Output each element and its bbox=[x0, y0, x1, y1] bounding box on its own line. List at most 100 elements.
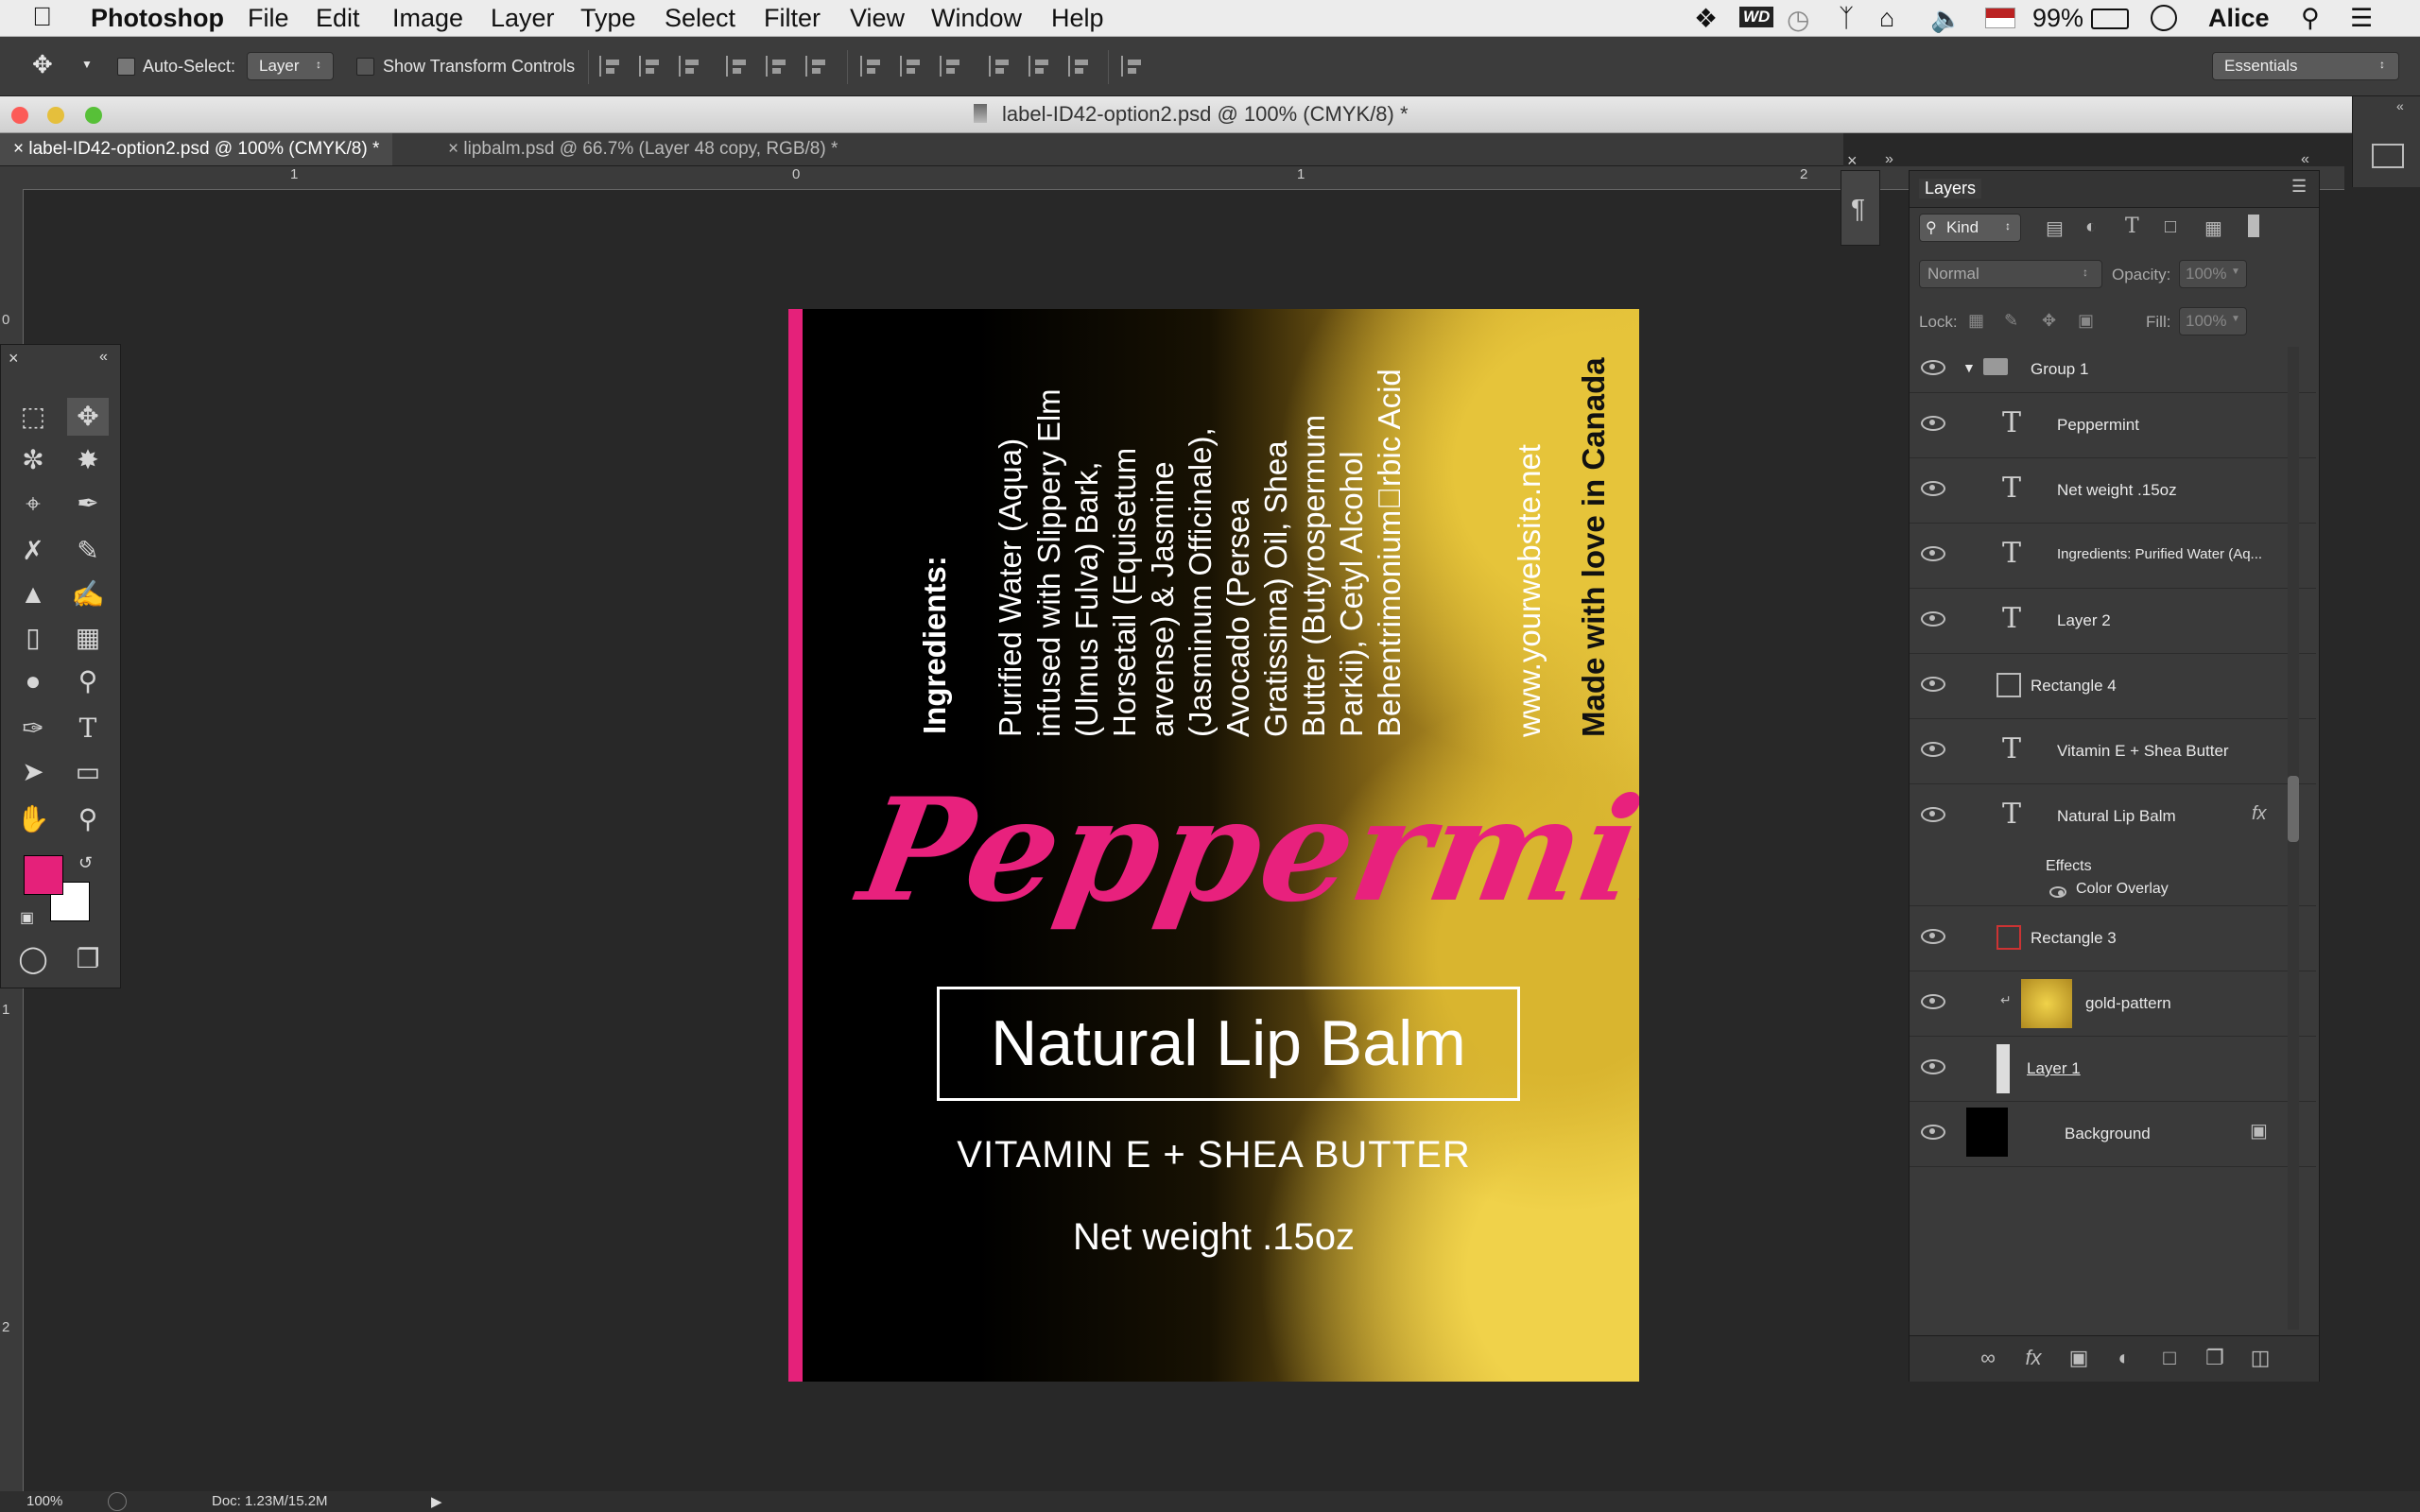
visibility-eye-icon[interactable] bbox=[1921, 677, 1945, 692]
workspace-dropdown[interactable]: Essentials ↕ bbox=[2212, 52, 2399, 80]
zoom-level[interactable]: 100% bbox=[26, 1493, 62, 1509]
magic-wand-icon[interactable]: ✸ bbox=[67, 441, 109, 479]
dodge-tool-icon[interactable]: ⚲ bbox=[67, 662, 109, 700]
layer-row-natural-lip-balm[interactable]: T Natural Lip Balm fx Effects Color Over… bbox=[1910, 784, 2316, 906]
eyedropper-icon[interactable]: ✒ bbox=[67, 485, 109, 523]
fx-icon[interactable]: fx bbox=[2252, 803, 2267, 825]
filter-adjustment-icon[interactable]: ◐ bbox=[2085, 216, 2097, 238]
visibility-eye-icon[interactable] bbox=[1921, 994, 1945, 1009]
blur-tool-icon[interactable]: ● bbox=[12, 662, 54, 700]
wd-icon[interactable]: WD bbox=[1739, 7, 1774, 27]
flag-icon[interactable] bbox=[1985, 8, 2015, 28]
align-right-icon[interactable] bbox=[805, 56, 832, 77]
quick-mask-icon[interactable]: ◯ bbox=[12, 940, 54, 978]
visibility-eye-icon[interactable] bbox=[1921, 416, 1945, 431]
auto-select-checkbox[interactable] bbox=[117, 58, 135, 76]
menu-file[interactable]: File bbox=[248, 4, 289, 33]
move-tool-icon[interactable]: ✥ bbox=[67, 398, 109, 436]
clone-stamp-icon[interactable]: ▲ bbox=[12, 576, 54, 613]
visibility-eye-icon[interactable] bbox=[1921, 1059, 1945, 1074]
status-menu-arrow-icon[interactable]: ▶ bbox=[431, 1493, 442, 1510]
distribute-vcenter-icon[interactable] bbox=[900, 56, 926, 77]
close-tab-icon[interactable]: × bbox=[448, 139, 458, 159]
minimize-window-button[interactable] bbox=[47, 107, 64, 124]
filter-shape-icon[interactable]: □ bbox=[2165, 216, 2176, 238]
layer-row-rectangle-3[interactable]: Rectangle 3 bbox=[1910, 906, 2316, 971]
path-selection-icon[interactable]: ➤ bbox=[12, 753, 54, 791]
visibility-eye-icon[interactable] bbox=[1921, 546, 1945, 561]
menu-filter[interactable]: Filter bbox=[764, 4, 821, 33]
type-tool-icon[interactable]: T bbox=[67, 710, 109, 747]
align-bottom-icon[interactable] bbox=[679, 56, 705, 77]
blend-mode-dropdown[interactable]: Normal ↕ bbox=[1919, 260, 2102, 288]
visibility-eye-icon[interactable] bbox=[1921, 1125, 1945, 1140]
layer-row-ingredients[interactable]: T Ingredients: Purified Water (Aq... bbox=[1910, 524, 2316, 589]
pen-tool-icon[interactable]: ✑ bbox=[12, 710, 54, 747]
hand-tool-icon[interactable]: ✋ bbox=[12, 800, 54, 838]
scrollbar-thumb[interactable] bbox=[2288, 776, 2299, 842]
lock-position-icon[interactable]: ✥ bbox=[2042, 311, 2056, 331]
battery-icon[interactable] bbox=[2091, 9, 2129, 29]
share-icon[interactable] bbox=[108, 1492, 127, 1511]
chevron-down-icon[interactable]: ▼ bbox=[81, 58, 93, 71]
menu-help[interactable]: Help bbox=[1051, 4, 1104, 33]
filter-kind-dropdown[interactable]: ⚲ Kind ↕ bbox=[1919, 214, 2021, 242]
move-tool-preset-icon[interactable]: ✥ bbox=[32, 50, 53, 79]
eraser-icon[interactable]: ▯ bbox=[12, 619, 54, 657]
layer-row-net-weight[interactable]: T Net weight .15oz bbox=[1910, 458, 2316, 524]
show-transform-checkbox[interactable] bbox=[356, 58, 374, 76]
tab-label-id42[interactable]: × label-ID42-option2.psd @ 100% (CMYK/8)… bbox=[0, 133, 393, 165]
paragraph-panel-collapsed[interactable]: ¶ bbox=[1841, 170, 1880, 246]
menu-select[interactable]: Select bbox=[665, 4, 735, 33]
menu-edit[interactable]: Edit bbox=[316, 4, 360, 33]
user-name[interactable]: Alice bbox=[2208, 4, 2270, 33]
lock-transparent-icon[interactable]: ▦ bbox=[1968, 311, 1984, 331]
layer-row-vitamin-e[interactable]: T Vitamin E + Shea Butter bbox=[1910, 719, 2316, 784]
foreground-color-swatch[interactable] bbox=[24, 855, 63, 895]
time-machine-icon[interactable]: ◷ bbox=[1787, 4, 1809, 35]
layer-row-gold-pattern[interactable]: ↵ gold-pattern bbox=[1910, 971, 2316, 1037]
filter-toggle-icon[interactable] bbox=[2248, 215, 2259, 237]
paragraph-icon[interactable]: ¶ bbox=[1851, 194, 1865, 224]
new-layer-icon[interactable]: ❐ bbox=[2204, 1348, 2225, 1368]
menu-layer[interactable]: Layer bbox=[491, 4, 555, 33]
lock-all-icon[interactable]: ▣ bbox=[2078, 311, 2094, 331]
collapse-icon[interactable]: « bbox=[99, 349, 108, 366]
gradient-tool-icon[interactable]: ▦ bbox=[67, 619, 109, 657]
collapse-dock-icon[interactable]: « bbox=[2396, 98, 2404, 113]
layer-row-background[interactable]: Background ▣ bbox=[1910, 1102, 2316, 1167]
rectangle-tool-icon[interactable]: ▭ bbox=[67, 753, 109, 791]
close-panel-icon[interactable]: × bbox=[1847, 151, 1858, 171]
visibility-eye-icon[interactable] bbox=[1921, 611, 1945, 627]
menu-image[interactable]: Image bbox=[392, 4, 463, 33]
default-colors-icon[interactable]: ▣ bbox=[20, 908, 34, 927]
notification-center-icon[interactable]: ☰ bbox=[2350, 4, 2373, 33]
visibility-eye-icon[interactable] bbox=[1921, 929, 1945, 944]
tab-lipbalm[interactable]: × lipbalm.psd @ 66.7% (Layer 48 copy, RG… bbox=[435, 133, 851, 165]
distribute-top-icon[interactable] bbox=[860, 56, 887, 77]
brush-tool-icon[interactable]: ✎ bbox=[67, 532, 109, 570]
layers-tab[interactable]: Layers bbox=[1919, 179, 1982, 198]
marquee-tool-icon[interactable]: ⬚ bbox=[12, 398, 54, 436]
lock-image-icon[interactable]: ✎ bbox=[2004, 311, 2018, 331]
align-top-icon[interactable] bbox=[599, 56, 626, 77]
layer-row-rectangle-4[interactable]: Rectangle 4 bbox=[1910, 654, 2316, 719]
effect-color-overlay[interactable]: Color Overlay bbox=[2076, 881, 2169, 898]
menu-view[interactable]: View bbox=[850, 4, 905, 33]
visibility-eye-icon[interactable] bbox=[1921, 807, 1945, 822]
close-tab-icon[interactable]: × bbox=[13, 139, 24, 159]
screen-mode-icon[interactable]: ❐ bbox=[67, 940, 109, 978]
align-hcenter-icon[interactable] bbox=[766, 56, 792, 77]
add-style-icon[interactable]: fx bbox=[2023, 1348, 2044, 1368]
lasso-tool-icon[interactable]: ✼ bbox=[12, 441, 54, 479]
libraries-panel-icon[interactable] bbox=[2372, 144, 2404, 168]
distribute-left-icon[interactable] bbox=[989, 56, 1015, 77]
distribute-right-icon[interactable] bbox=[1068, 56, 1095, 77]
align-left-icon[interactable] bbox=[726, 56, 752, 77]
canvas-document[interactable]: Ingredients: Purified Water (Aqua) infus… bbox=[788, 309, 1639, 1382]
align-vcenter-icon[interactable] bbox=[639, 56, 666, 77]
volume-icon[interactable]: 🔈 bbox=[1930, 4, 1962, 34]
collapse-panels-icon[interactable]: « bbox=[2301, 151, 2309, 168]
close-window-button[interactable] bbox=[11, 107, 28, 124]
visibility-eye-icon[interactable] bbox=[1921, 742, 1945, 757]
